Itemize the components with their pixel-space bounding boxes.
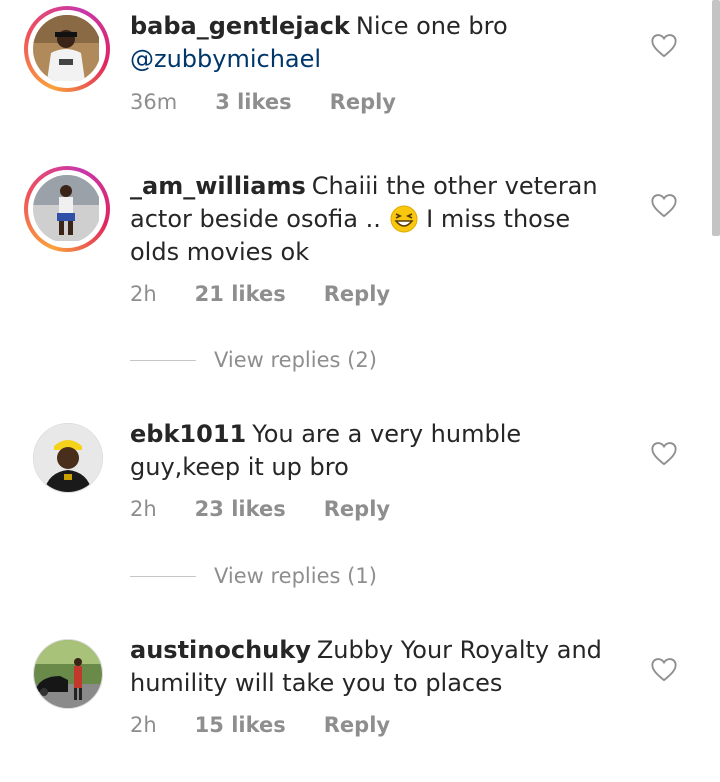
comment-time: 2h — [130, 713, 157, 737]
view-replies-label[interactable]: View replies (1) — [214, 564, 377, 588]
comment-time: 2h — [130, 497, 157, 521]
view-replies-label[interactable]: View replies (2) — [214, 348, 377, 372]
comment-text: ebk1011 You are a very humble guy,keep it… — [130, 418, 630, 484]
comment-text: baba_gentlejack Nice one bro @zubbymichae… — [130, 10, 630, 76]
reply-button[interactable]: Reply — [324, 282, 390, 306]
comment-time: 36m — [130, 90, 178, 114]
comment-username[interactable]: austinochuky — [130, 636, 311, 664]
reply-button[interactable]: Reply — [330, 90, 396, 114]
comment-username[interactable]: _am_williams — [130, 172, 306, 200]
view-replies-divider — [130, 575, 196, 577]
avatar-photo — [33, 423, 103, 493]
avatar — [28, 170, 106, 248]
heart-icon[interactable] — [650, 440, 678, 466]
comment-time: 2h — [130, 282, 157, 306]
comment-likes[interactable]: 21 likes — [195, 282, 286, 306]
reply-button[interactable]: Reply — [324, 713, 390, 737]
comment-username[interactable]: baba_gentlejack — [130, 12, 350, 40]
comment-likes[interactable]: 15 likes — [195, 713, 286, 737]
comment-meta: 2h 21 likes Reply — [130, 282, 390, 306]
comment-username[interactable]: ebk1011 — [130, 420, 246, 448]
heart-icon[interactable] — [650, 656, 678, 682]
comment-body: Nice one bro — [355, 12, 508, 40]
view-replies-button[interactable]: View replies (1) — [130, 564, 377, 588]
mention-link[interactable]: @zubbymichael — [130, 45, 321, 73]
view-replies-button[interactable]: View replies (2) — [130, 348, 377, 372]
heart-icon[interactable] — [650, 32, 678, 58]
avatar-story-ring[interactable] — [24, 6, 110, 92]
avatar — [28, 10, 106, 88]
comment-meta: 2h 15 likes Reply — [130, 713, 390, 737]
avatar[interactable] — [24, 414, 110, 500]
comment-meta: 2h 23 likes Reply — [130, 497, 390, 521]
avatar[interactable] — [24, 630, 110, 716]
grinning-squinting-face-icon — [390, 205, 418, 233]
reply-button[interactable]: Reply — [324, 497, 390, 521]
comment-likes[interactable]: 23 likes — [195, 497, 286, 521]
view-replies-divider — [130, 359, 196, 361]
comment-text: _am_williams Chaiii the other veteran act… — [130, 170, 620, 269]
avatar-photo — [33, 175, 101, 243]
avatar-photo — [33, 639, 103, 709]
scrollbar[interactable] — [712, 0, 720, 236]
heart-icon[interactable] — [650, 192, 678, 218]
avatar-photo — [33, 15, 101, 83]
comment-text: austinochuky Zubby Your Royalty and humil… — [130, 634, 630, 700]
comment-likes[interactable]: 3 likes — [215, 90, 291, 114]
avatar-story-ring[interactable] — [24, 166, 110, 252]
comment-meta: 36m 3 likes Reply — [130, 90, 396, 114]
